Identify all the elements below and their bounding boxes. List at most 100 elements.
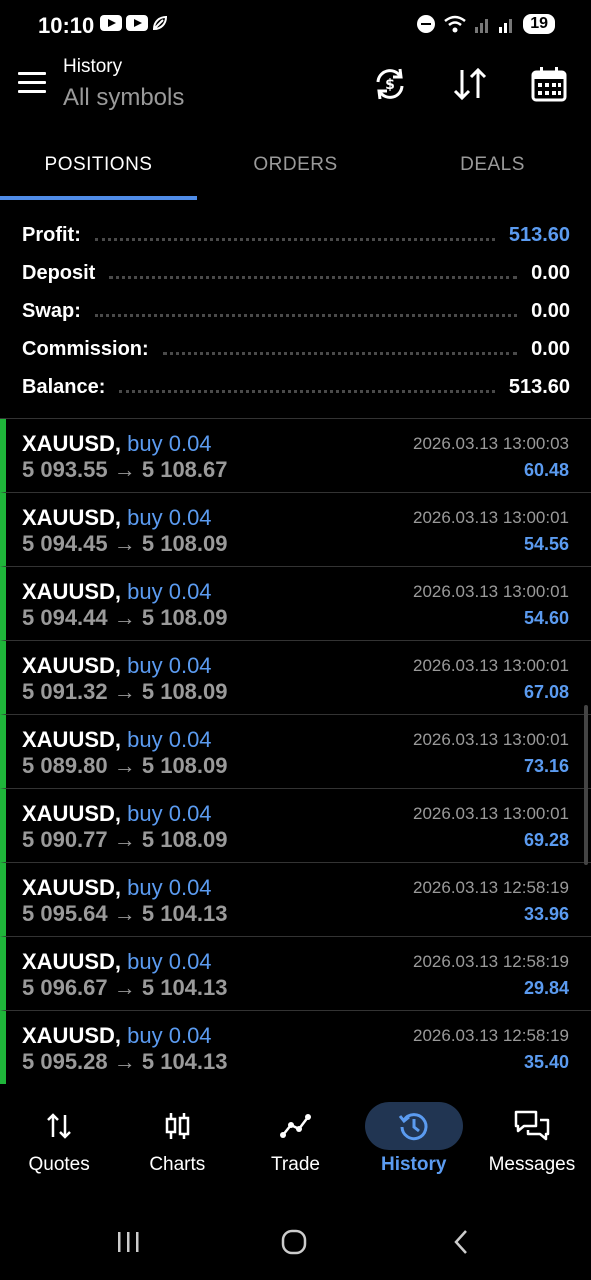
position-prices: 5 089.80 → 5 108.09 [22,753,228,778]
wifi-icon [444,15,466,33]
position-prices: 5 090.77 → 5 108.09 [22,827,228,852]
position-profit: 73.16 [523,756,569,776]
leader-dots [94,313,518,317]
position-symbol: XAUUSD, buy 0.04 [22,431,212,456]
position-side: buy 0.04 [127,875,212,900]
position-profit: 67.08 [523,682,569,702]
page-title: History [63,56,123,77]
summary-value: 513.60 [508,375,570,398]
date-range-button[interactable] [529,64,569,104]
leader-dots [109,275,518,279]
position-symbol: XAUUSD, buy 0.04 [22,505,212,530]
position-profit: 54.56 [523,534,569,554]
nav-history[interactable]: History [355,1098,473,1188]
tab-orders[interactable]: ORDERS [197,140,394,200]
position-time: 2026.03.13 12:58:19 [413,878,569,897]
position-side: buy 0.04 [127,431,212,456]
position-row[interactable]: XAUUSD, buy 0.04 5 090.77 → 5 108.09 202… [0,789,591,863]
history-icon [398,1113,428,1141]
position-prices: 5 095.28 → 5 104.13 [22,1049,228,1074]
position-symbol: XAUUSD, buy 0.04 [22,653,212,678]
position-side: buy 0.04 [127,727,212,752]
summary-swap: Swap: 0.00 [22,292,570,330]
position-side: buy 0.04 [127,505,212,530]
position-time: 2026.03.13 13:00:01 [413,730,569,749]
position-profit: 60.48 [523,460,569,480]
summary-commission: Commission: 0.00 [22,330,570,368]
position-row[interactable]: XAUUSD, buy 0.04 5 089.80 → 5 108.09 202… [0,715,591,789]
sort-button[interactable] [450,64,490,104]
summary-balance: Balance: 513.60 [22,368,570,406]
scrollbar[interactable] [584,705,588,865]
position-prices: 5 094.44 → 5 108.09 [22,605,228,630]
position-symbol: XAUUSD, buy 0.04 [22,949,212,974]
position-time: 2026.03.13 13:00:01 [413,582,569,601]
leaf-icon [152,15,168,31]
position-symbol: XAUUSD, buy 0.04 [22,727,212,752]
position-profit: 33.96 [523,904,569,924]
trend-icon [279,1114,311,1138]
signal-icon [475,19,489,33]
position-profit: 35.40 [523,1052,569,1072]
nav-label: History [380,1154,447,1175]
summary-label: Swap: [22,299,81,322]
position-side: buy 0.04 [127,801,212,826]
nav-messages[interactable]: Messages [473,1098,591,1188]
sort-icon [453,67,487,101]
nav-label: Messages [488,1154,576,1175]
position-row[interactable]: XAUUSD, buy 0.04 5 095.64 → 5 104.13 202… [0,863,591,937]
position-side: buy 0.04 [127,653,212,678]
system-status-icons: 19 [417,14,555,34]
recent-apps-icon[interactable] [115,1228,143,1256]
battery-indicator: 19 [523,14,555,34]
position-row[interactable]: XAUUSD, buy 0.04 5 093.55 → 5 108.67 202… [0,419,591,493]
summary-label: Deposit [22,261,96,284]
leader-dots [119,389,495,393]
position-prices: 5 093.55 → 5 108.67 [22,457,228,482]
position-row[interactable]: XAUUSD, buy 0.04 5 096.67 → 5 104.13 202… [0,937,591,1011]
home-icon[interactable] [280,1228,308,1256]
position-prices: 5 091.32 → 5 108.09 [22,679,228,704]
position-row[interactable]: XAUUSD, buy 0.04 5 095.28 → 5 104.13 202… [0,1011,591,1084]
summary-label: Commission: [22,337,149,360]
position-prices: 5 095.64 → 5 104.13 [22,901,228,926]
position-symbol: XAUUSD, buy 0.04 [22,875,212,900]
nav-charts[interactable]: Charts [118,1098,236,1188]
position-symbol: XAUUSD, buy 0.04 [22,801,212,826]
account-summary: Profit: 513.60 Deposit 0.00 Swap: 0.00 C… [22,216,570,406]
status-time: 10:10 [38,13,95,38]
position-row[interactable]: XAUUSD, buy 0.04 5 091.32 → 5 108.09 202… [0,641,591,715]
youtube-icon [100,15,122,31]
position-symbol: XAUUSD, buy 0.04 [22,579,212,604]
youtube-icon [126,15,148,31]
refresh-button[interactable]: $ [370,64,410,104]
summary-value: 0.00 [531,261,570,284]
summary-label: Profit: [22,223,81,246]
position-side: buy 0.04 [127,1023,212,1048]
summary-value: 0.00 [531,299,570,322]
position-prices: 5 096.67 → 5 104.13 [22,975,228,1000]
position-row[interactable]: XAUUSD, buy 0.04 5 094.44 → 5 108.09 202… [0,567,591,641]
do-not-disturb-icon [417,15,436,33]
menu-icon[interactable] [18,72,46,94]
position-time: 2026.03.13 13:00:01 [413,508,569,527]
svg-text:$: $ [385,77,395,93]
leader-dots [162,351,518,355]
tab-positions[interactable]: POSITIONS [0,140,197,200]
back-icon[interactable] [448,1228,476,1256]
nav-label: Trade [271,1154,320,1175]
symbol-filter[interactable]: All symbols [63,84,184,112]
nav-label: Quotes [28,1154,90,1175]
position-time: 2026.03.13 13:00:01 [413,656,569,675]
nav-trade[interactable]: Trade [236,1098,354,1188]
position-row[interactable]: XAUUSD, buy 0.04 5 094.45 → 5 108.09 202… [0,493,591,567]
system-navigation-bar [0,1212,591,1272]
nav-quotes[interactable]: Quotes [0,1098,118,1188]
position-profit: 29.84 [523,978,569,998]
position-prices: 5 094.45 → 5 108.09 [22,531,228,556]
position-profit: 54.60 [523,608,569,628]
bottom-navigation: Quotes Charts Trade History Messages [0,1098,591,1188]
calendar-icon [531,67,567,102]
tab-deals[interactable]: DEALS [394,140,591,200]
position-side: buy 0.04 [127,949,212,974]
